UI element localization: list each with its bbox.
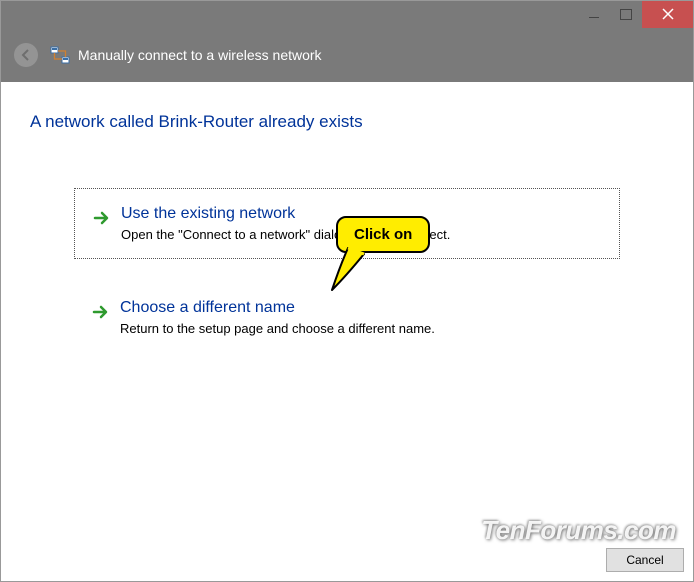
arrow-right-icon [92, 303, 110, 321]
back-arrow-icon [19, 48, 33, 62]
header-label: Manually connect to a wireless network [50, 46, 322, 64]
minimize-button[interactable] [578, 0, 610, 28]
close-icon [662, 8, 674, 20]
watermark: TenForums.com [481, 515, 676, 546]
callout-tail-icon [330, 244, 390, 304]
callout-text: Click on [354, 226, 412, 243]
content-area: A network called Brink-Router already ex… [0, 82, 694, 352]
wizard-header: Manually connect to a wireless network [0, 28, 694, 82]
title-bar [0, 0, 694, 28]
window-controls [578, 0, 694, 28]
annotation-callout: Click on [336, 216, 430, 253]
footer: Cancel [606, 548, 684, 572]
cancel-button[interactable]: Cancel [606, 548, 684, 572]
option-description: Return to the setup page and choose a di… [120, 321, 602, 336]
network-icon [50, 46, 70, 64]
arrow-right-icon [93, 209, 111, 227]
header-title: Manually connect to a wireless network [78, 47, 322, 63]
close-button[interactable] [642, 0, 694, 28]
page-heading: A network called Brink-Router already ex… [30, 112, 664, 132]
maximize-button[interactable] [610, 0, 642, 28]
back-button[interactable] [14, 43, 38, 67]
